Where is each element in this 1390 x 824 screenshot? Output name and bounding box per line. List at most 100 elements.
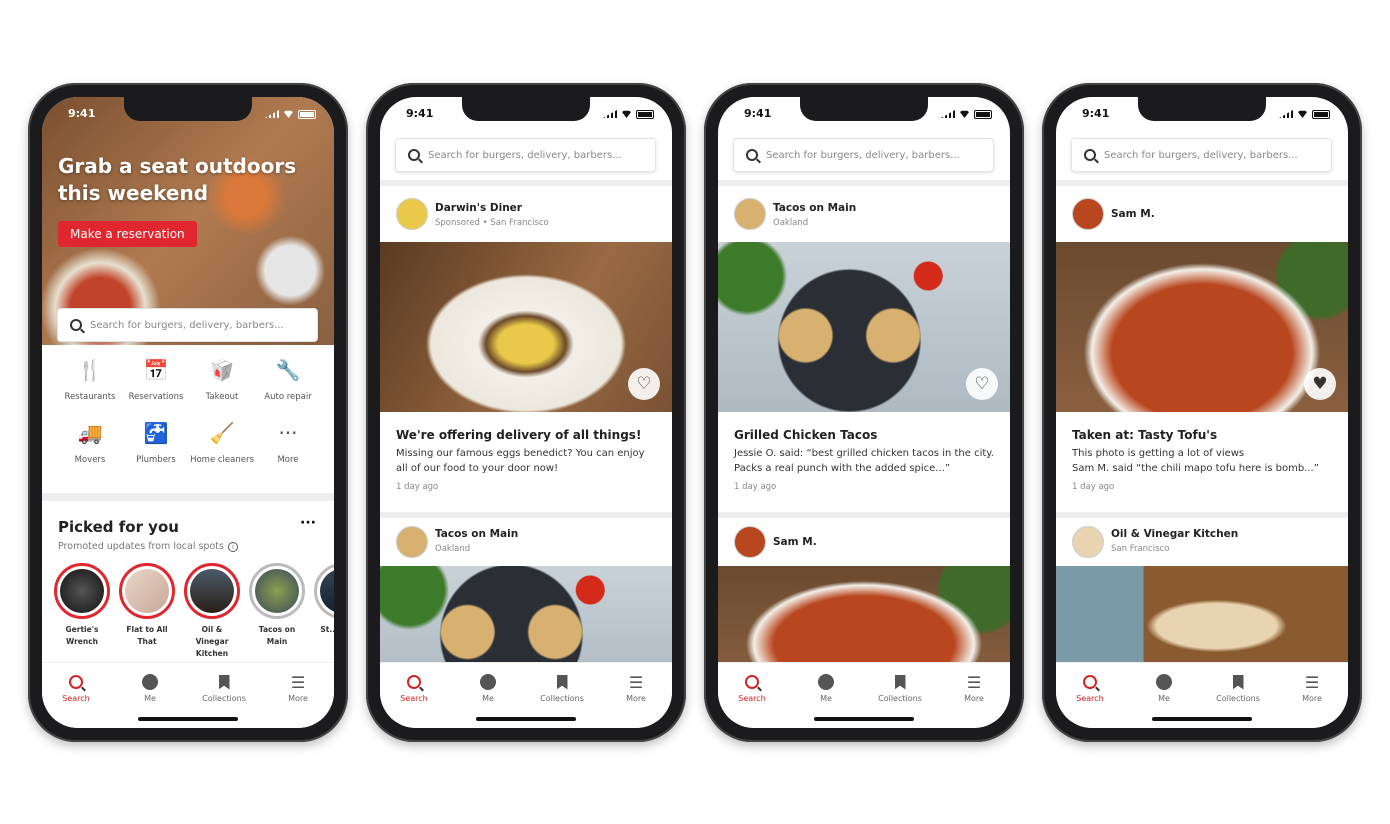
battery-icon: [1312, 109, 1330, 119]
category-more[interactable]: ··· More: [256, 418, 320, 466]
story-avatar: [119, 563, 175, 619]
phone-frame: 9:41 Search Me Collections ☰ More Grab a seat …: [28, 83, 348, 742]
category-plumbers[interactable]: 🚰 Plumbers: [124, 418, 188, 466]
card-time: 1 day ago: [1072, 482, 1115, 492]
tab-search[interactable]: Search: [1060, 673, 1120, 703]
like-button[interactable]: ♡: [628, 368, 660, 400]
story-name: Gertie's Wrench: [65, 625, 99, 646]
tab-collections[interactable]: Collections: [532, 673, 592, 703]
business-avatar[interactable]: [734, 526, 766, 558]
story-item[interactable]: Tacos on Main: [249, 563, 305, 648]
signal-icon: [265, 110, 279, 118]
tab-label: Search: [738, 694, 766, 703]
tab-bar: Search Me Collections ☰ More: [380, 662, 672, 728]
like-button[interactable]: ♡: [966, 368, 998, 400]
story-item[interactable]: Oil & Vinegar Kitchen: [184, 563, 240, 660]
tab-me[interactable]: Me: [796, 673, 856, 703]
search-input[interactable]: Search for burgers, delivery, barbers...: [1071, 138, 1332, 172]
business-avatar[interactable]: [1072, 526, 1104, 558]
menu-icon: ☰: [966, 672, 982, 692]
bookmark-icon: [532, 673, 592, 691]
status-time: 9:41: [744, 107, 772, 120]
card-photo[interactable]: ♥: [1056, 242, 1348, 412]
search-input[interactable]: Search for burgers, delivery, barbers...: [395, 138, 656, 172]
search-icon: [722, 673, 782, 691]
make-reservation-button[interactable]: Make a reservation: [58, 221, 197, 247]
business-name[interactable]: Oil & Vinegar Kitchen: [1111, 528, 1238, 540]
tab-collections[interactable]: Collections: [1208, 673, 1268, 703]
calendar-icon: 📅: [143, 358, 169, 382]
card-body: Jessie O. said: “best grilled chicken ta…: [734, 448, 994, 474]
business-avatar[interactable]: [1072, 198, 1104, 230]
category-home-cleaners[interactable]: 🧹 Home cleaners: [190, 418, 254, 466]
feed-card[interactable]: Tacos on Main Oakland: [380, 518, 672, 686]
tab-search[interactable]: Search: [46, 673, 106, 703]
card-body: Missing our famous eggs benedict? You ca…: [396, 448, 645, 474]
business-name[interactable]: Sam M.: [773, 536, 817, 548]
tab-label: Me: [1158, 694, 1170, 703]
business-name[interactable]: Sam M.: [1111, 208, 1155, 220]
card-header: Sam M.: [1056, 186, 1348, 242]
card-title: Grilled Chicken Tacos: [734, 428, 878, 442]
info-icon[interactable]: i: [227, 542, 238, 552]
business-name[interactable]: Tacos on Main: [773, 202, 856, 214]
profile-icon: [796, 673, 856, 691]
category-restaurants[interactable]: 🍴 Restaurants: [58, 355, 122, 403]
status-time: 9:41: [68, 107, 96, 120]
category-takeout[interactable]: 🥡 Takeout: [190, 355, 254, 403]
story-name: Tacos on Main: [258, 625, 296, 646]
feed-card[interactable]: Oil & Vinegar Kitchen San Francisco: [1056, 518, 1348, 686]
category-reservations[interactable]: 📅 Reservations: [124, 355, 188, 403]
tab-search[interactable]: Search: [384, 673, 444, 703]
more-options-button[interactable]: ···: [300, 515, 316, 531]
picked-title: Picked for you: [58, 518, 179, 536]
profile-icon: [120, 673, 180, 691]
category-movers[interactable]: 🚚 Movers: [58, 418, 122, 466]
status-icons: [265, 107, 316, 121]
story-avatar: [54, 563, 110, 619]
business-name[interactable]: Tacos on Main: [435, 528, 518, 540]
feed-card[interactable]: Sam M.: [718, 518, 1010, 686]
story-item[interactable]: Gertie's Wrench: [54, 563, 110, 648]
category-auto-repair[interactable]: 🔧 Auto repair: [256, 355, 320, 403]
story-avatar: [249, 563, 305, 619]
tab-more[interactable]: ☰ More: [944, 672, 1004, 704]
feed-card[interactable]: Tacos on Main Oakland ♡ Grilled Chicken Tac…: [718, 186, 1010, 512]
story-item[interactable]: Flat to All That: [119, 563, 175, 648]
business-avatar[interactable]: [396, 526, 428, 558]
signal-icon: [1279, 110, 1293, 118]
tab-more[interactable]: ☰ More: [606, 673, 666, 704]
tab-more[interactable]: ☰ More: [268, 673, 328, 704]
tab-label: Search: [400, 694, 428, 703]
card-photo[interactable]: ♡: [380, 242, 672, 412]
card-photo[interactable]: ♡: [718, 242, 1010, 412]
search-input[interactable]: Search for burgers, delivery, barbers...: [57, 308, 318, 342]
business-subtitle: San Francisco: [1111, 544, 1170, 554]
business-avatar[interactable]: [396, 198, 428, 230]
category-label: Movers: [74, 455, 106, 465]
picked-subtitle-row: Promoted updates from local spots i: [58, 541, 238, 552]
business-avatar[interactable]: [734, 198, 766, 230]
feed-card[interactable]: Darwin's Diner Sponsored • San Francisco ♡…: [380, 186, 672, 512]
phone-frame: 9:41 Search Me Collections ☰ More Search for b…: [704, 83, 1024, 742]
tab-me[interactable]: Me: [120, 673, 180, 703]
status-bar: 9:41: [744, 107, 992, 121]
search-input[interactable]: Search for burgers, delivery, barbers...: [733, 138, 994, 172]
wifi-icon: [283, 110, 294, 118]
card-header: Oil & Vinegar Kitchen San Francisco: [1056, 518, 1348, 566]
tab-me[interactable]: Me: [458, 673, 518, 703]
heart-icon: ♡: [636, 374, 652, 394]
tab-search[interactable]: Search: [722, 673, 782, 703]
tab-collections[interactable]: Collections: [870, 673, 930, 703]
tab-more[interactable]: ☰ More: [1282, 673, 1342, 704]
like-button[interactable]: ♥: [1304, 368, 1336, 400]
business-name[interactable]: Darwin's Diner: [435, 202, 522, 214]
truck-icon: 🚚: [77, 421, 103, 445]
category-label: More: [277, 455, 299, 465]
feed-card[interactable]: Sam M. ♥ Taken at: Tasty Tofu's This photo …: [1056, 186, 1348, 512]
tab-label: Search: [1076, 694, 1104, 703]
tab-me[interactable]: Me: [1134, 673, 1194, 703]
tab-collections[interactable]: Collections: [194, 673, 254, 703]
story-item[interactable]: St... Bra...: [314, 563, 334, 636]
takeout-icon: 🥡: [209, 358, 235, 382]
